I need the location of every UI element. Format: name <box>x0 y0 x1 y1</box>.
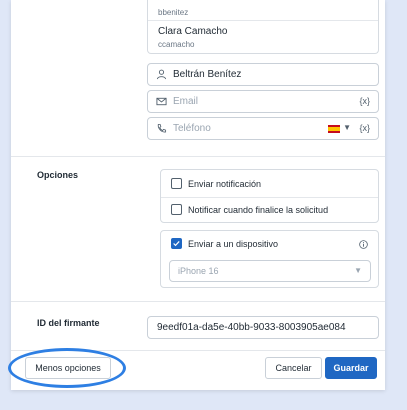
footer-divider <box>11 350 385 351</box>
less-options-button[interactable]: Menos opciones <box>25 357 111 379</box>
user-suggestion-list: bbenitez Clara Camacho ccamacho <box>147 0 379 54</box>
signer-name-field[interactable]: Beltrán Benítez <box>147 63 379 86</box>
save-button[interactable]: Guardar <box>325 357 377 379</box>
device-options: Enviar a un dispositivo iPhone 16 ▼ <box>160 230 379 288</box>
section-divider <box>11 301 385 302</box>
send-to-device-checkbox[interactable] <box>171 238 182 249</box>
chevron-down-icon[interactable]: ▼ <box>343 123 351 132</box>
signer-panel: bbenitez Clara Camacho ccamacho Beltrán … <box>11 0 385 390</box>
device-select[interactable]: iPhone 16 ▼ <box>169 260 371 282</box>
signer-id-label: ID del firmante <box>37 318 100 328</box>
send-to-device-label[interactable]: Enviar a un dispositivo <box>188 239 278 249</box>
variable-insert-button[interactable]: {x} <box>359 96 370 106</box>
suggestion-name[interactable]: Clara Camacho <box>158 26 227 37</box>
user-icon <box>156 69 167 80</box>
device-select-value: iPhone 16 <box>178 266 219 276</box>
option-divider <box>161 197 378 198</box>
notify-when-done-checkbox[interactable] <box>171 204 182 215</box>
suggestion-username[interactable]: bbenitez <box>158 8 188 17</box>
phone-placeholder: Teléfono <box>173 123 211 134</box>
signer-id-value: 9eedf01a-da5e-40bb-9033-8003905ae084 <box>157 322 346 333</box>
section-divider <box>11 156 385 157</box>
send-notification-label[interactable]: Enviar notificación <box>188 179 261 189</box>
notification-options: Enviar notificación Notificar cuando fin… <box>160 169 379 223</box>
suggestion-username[interactable]: ccamacho <box>158 40 194 49</box>
suggestion-divider <box>148 20 378 21</box>
phone-icon <box>157 123 167 133</box>
cancel-button[interactable]: Cancelar <box>265 357 322 379</box>
options-title: Opciones <box>37 170 79 180</box>
send-notification-checkbox[interactable] <box>171 178 182 189</box>
signer-name-value: Beltrán Benítez <box>173 69 242 80</box>
email-field[interactable]: Email {x} <box>147 90 379 113</box>
notify-when-done-label[interactable]: Notificar cuando finalice la solicitud <box>188 205 328 215</box>
mail-icon <box>156 97 167 106</box>
info-icon[interactable] <box>359 240 368 249</box>
spain-flag-icon[interactable] <box>328 125 340 133</box>
checkmark-icon <box>173 241 180 247</box>
phone-field[interactable]: Teléfono ▼ {x} <box>147 117 379 140</box>
variable-insert-button[interactable]: {x} <box>359 123 370 133</box>
signer-id-field[interactable]: 9eedf01a-da5e-40bb-9033-8003905ae084 <box>147 316 379 339</box>
chevron-down-icon[interactable]: ▼ <box>354 266 362 275</box>
email-placeholder: Email <box>173 96 199 107</box>
